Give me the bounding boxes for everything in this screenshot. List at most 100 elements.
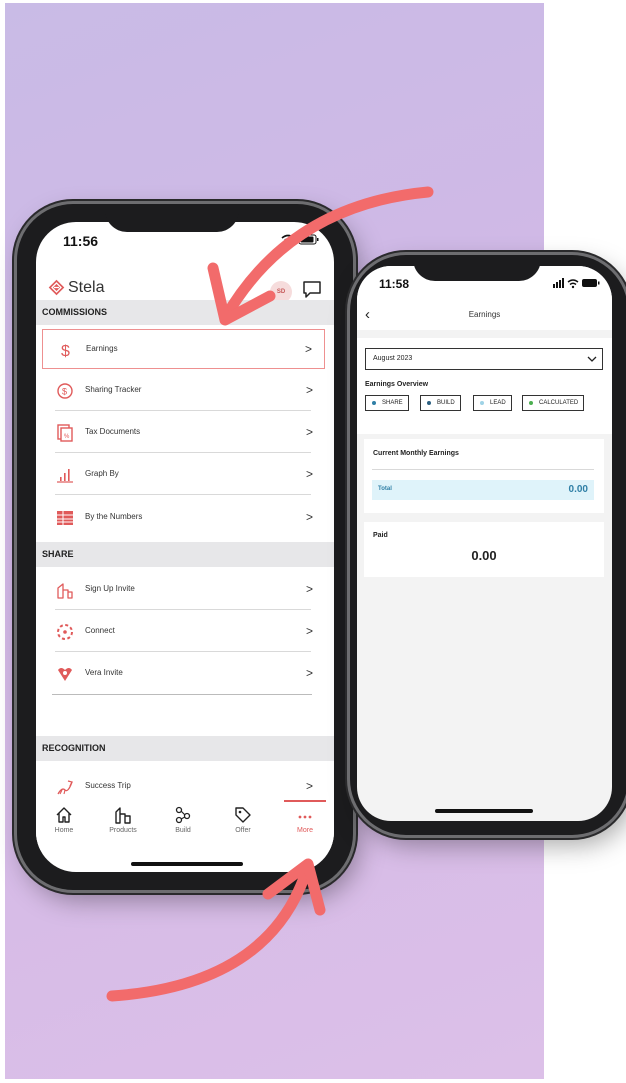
- menu-item-graph-by[interactable]: Graph By >: [42, 455, 325, 495]
- chevron-right-icon: >: [305, 383, 313, 397]
- products-icon: [98, 806, 148, 824]
- home-indicator: [435, 809, 533, 813]
- dollar-icon: $: [57, 341, 75, 360]
- chevron-down-icon: [587, 349, 597, 376]
- legend-lead[interactable]: LEAD: [473, 395, 512, 411]
- active-tab-indicator: [284, 800, 326, 802]
- chevron-right-icon: >: [305, 779, 313, 793]
- month-select[interactable]: August 2023: [365, 348, 603, 370]
- earnings-filter-panel: August 2023 Earnings Overview SHARE BUIL…: [357, 338, 612, 434]
- more-icon: [280, 806, 330, 824]
- phone-earnings: 11:58 ‹ Earnings August 2023 Earnings Ov…: [350, 255, 626, 835]
- legend-dot: [372, 401, 376, 405]
- bar-graph-icon: [56, 466, 74, 484]
- svg-text:$: $: [62, 387, 67, 397]
- nav-bar: ‹ Earnings: [357, 304, 612, 330]
- section-header-share: SHARE: [36, 542, 334, 567]
- chevron-right-icon: >: [305, 510, 313, 524]
- connect-icon: [56, 623, 74, 641]
- total-label: Total: [378, 486, 392, 492]
- phone-earnings-screen: 11:58 ‹ Earnings August 2023 Earnings Ov…: [357, 266, 612, 821]
- bottom-tab-bar: Home Products Build Offer More: [36, 800, 334, 850]
- earnings-overview-title: Earnings Overview: [365, 381, 429, 388]
- divider: [52, 694, 312, 695]
- signal-wifi-battery-icon: [553, 277, 601, 292]
- chevron-right-icon: >: [305, 425, 313, 439]
- card-title: Paid: [373, 532, 388, 539]
- divider: [372, 469, 594, 470]
- legend-label: LEAD: [490, 400, 506, 406]
- menu-item-tax-documents[interactable]: % Tax Documents >: [42, 413, 325, 453]
- chevron-right-icon: >: [305, 582, 313, 596]
- phone-notch: [413, 255, 541, 281]
- sharing-tracker-icon: $: [56, 382, 74, 400]
- menu-item-by-the-numbers[interactable]: By the Numbers >: [42, 498, 325, 538]
- chevron-right-icon: >: [305, 666, 313, 680]
- tab-more[interactable]: More: [280, 806, 330, 834]
- phone-menu-screen: 11:56 Stela SD COMMISSIONS $ Earnings > …: [36, 222, 334, 872]
- menu-item-label: Sharing Tracker: [85, 385, 142, 394]
- divider: [55, 609, 311, 610]
- menu-item-vera-invite[interactable]: Vera Invite >: [42, 654, 325, 694]
- tab-label: Products: [109, 827, 137, 834]
- legend-dot: [480, 401, 484, 405]
- menu-item-label: Connect: [85, 626, 115, 635]
- divider: [55, 410, 311, 411]
- legend-share[interactable]: SHARE: [365, 395, 409, 411]
- section-header-commissions: COMMISSIONS: [36, 300, 334, 325]
- phone-notch: [105, 204, 239, 232]
- tab-products[interactable]: Products: [98, 806, 148, 834]
- status-time: 11:56: [63, 233, 99, 249]
- app-name: Stela: [68, 279, 105, 296]
- tab-build[interactable]: Build: [158, 806, 208, 834]
- month-select-value: August 2023: [373, 355, 413, 362]
- sign-up-invite-icon: [56, 581, 74, 599]
- section-header-recognition: RECOGNITION: [36, 736, 334, 761]
- menu-item-label: By the Numbers: [85, 512, 143, 521]
- menu-item-label: Earnings: [86, 344, 118, 353]
- menu-item-connect[interactable]: Connect >: [42, 612, 325, 652]
- build-icon: [158, 806, 208, 824]
- wifi-battery-icon: [280, 233, 320, 248]
- menu-item-label: Vera Invite: [85, 668, 123, 677]
- menu-item-earnings[interactable]: $ Earnings >: [42, 329, 325, 369]
- chevron-right-icon: >: [304, 342, 312, 356]
- tab-label: Build: [175, 827, 191, 834]
- legend-dot: [529, 401, 533, 405]
- tab-home[interactable]: Home: [39, 806, 89, 834]
- tab-offer[interactable]: Offer: [218, 806, 268, 834]
- menu-item-label: Sign Up Invite: [85, 584, 135, 593]
- legend-label: CALCULATED: [539, 400, 579, 406]
- legend-label: SHARE: [382, 400, 403, 406]
- page-title: Earnings: [468, 310, 501, 319]
- legend-calculated[interactable]: CALCULATED: [522, 395, 585, 411]
- paid-value: 0.00: [471, 548, 497, 563]
- total-row: Total 0.00: [372, 480, 594, 500]
- svg-text:%: %: [64, 434, 70, 440]
- divider: [55, 494, 311, 495]
- tab-label: More: [297, 827, 313, 834]
- tax-document-icon: %: [56, 424, 74, 442]
- divider: [55, 651, 311, 652]
- legend-label: BUILD: [437, 400, 455, 406]
- menu-item-sign-up-invite[interactable]: Sign Up Invite >: [42, 570, 325, 610]
- stela-logo-icon: [48, 279, 65, 296]
- legend-build[interactable]: BUILD: [420, 395, 461, 411]
- menu-item-label: Tax Documents: [85, 427, 141, 436]
- menu-item-sharing-tracker[interactable]: $ Sharing Tracker >: [42, 371, 325, 411]
- home-indicator: [131, 862, 243, 866]
- paid-card: Paid 0.00: [364, 522, 604, 577]
- current-monthly-earnings-card: Current Monthly Earnings Total 0.00: [364, 439, 604, 513]
- home-icon: [39, 806, 89, 824]
- tag-icon: [218, 806, 268, 824]
- svg-text:$: $: [61, 343, 70, 359]
- success-trip-icon: [56, 778, 74, 796]
- status-time: 11:58: [379, 277, 410, 291]
- table-icon: [56, 509, 74, 527]
- tab-label: Home: [54, 827, 74, 834]
- menu-item-label: Success Trip: [85, 781, 131, 790]
- card-title: Current Monthly Earnings: [373, 450, 459, 457]
- legend-dot: [427, 401, 431, 405]
- menu-item-label: Graph By: [85, 469, 119, 478]
- total-value: 0.00: [568, 484, 588, 495]
